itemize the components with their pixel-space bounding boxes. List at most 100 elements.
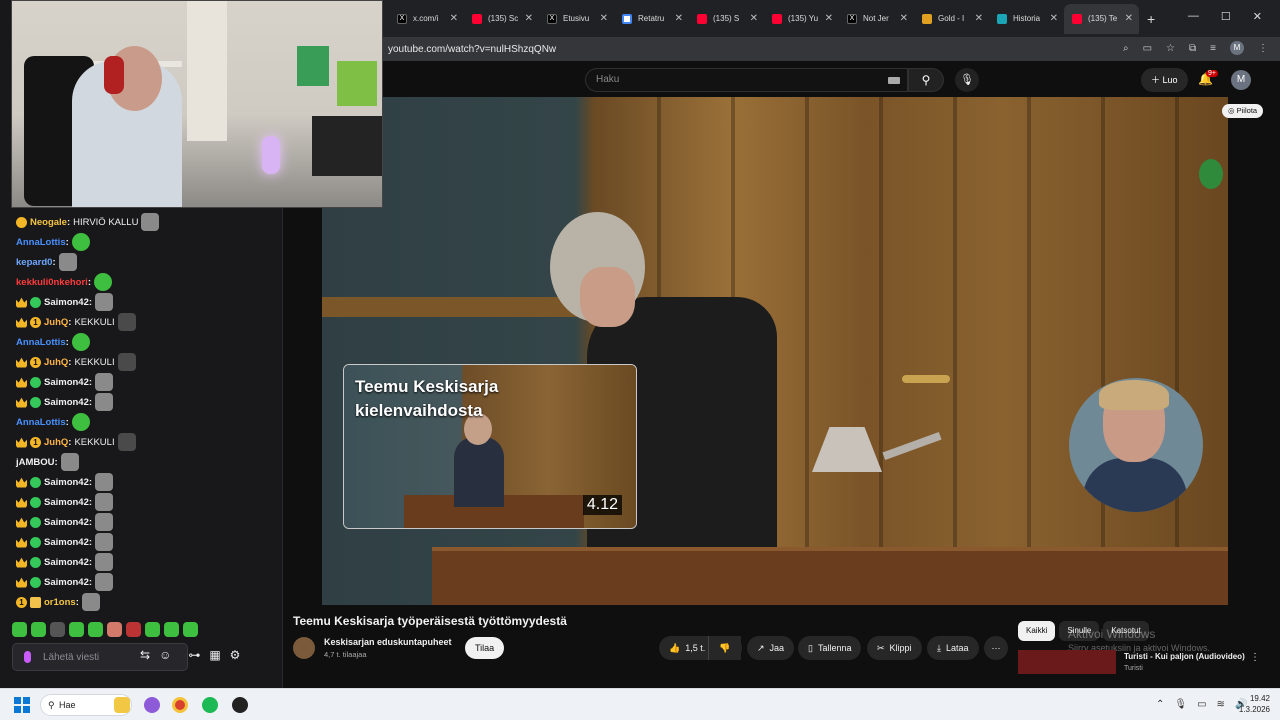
recommended-video-thumbnail[interactable] xyxy=(1018,650,1116,674)
emote-button[interactable] xyxy=(69,622,84,637)
chat-username[interactable]: Saimon42 xyxy=(44,577,89,588)
chat-username[interactable]: Saimon42 xyxy=(44,497,89,508)
translate-icon[interactable]: ⇆ xyxy=(140,648,150,662)
close-tab-icon[interactable]: ✕ xyxy=(1050,13,1058,24)
close-tab-icon[interactable]: ✕ xyxy=(600,13,608,24)
discord-icon[interactable] xyxy=(144,697,160,713)
share-button[interactable]: ↗ Jaa xyxy=(747,636,795,660)
channel-avatar[interactable] xyxy=(293,637,315,659)
emote-button[interactable] xyxy=(126,622,141,637)
chat-username[interactable]: AnnaLottis xyxy=(16,417,66,428)
filter-chip[interactable]: Kaikki xyxy=(1018,621,1056,641)
close-tab-icon[interactable]: ✕ xyxy=(975,13,983,24)
channel-endscreen-avatar[interactable] xyxy=(1069,378,1203,512)
chat-username[interactable]: Saimon42 xyxy=(44,397,89,408)
chat-username[interactable]: jAMBOU xyxy=(16,457,55,468)
spotify-icon[interactable] xyxy=(202,697,218,713)
channel-points-icon[interactable]: ⊶ xyxy=(188,648,200,662)
chat-username[interactable]: or1ons xyxy=(44,597,76,608)
cast-icon[interactable]: ▭ xyxy=(1143,43,1152,54)
more-vertical-icon[interactable]: ⋮ xyxy=(1250,652,1260,663)
emote-button[interactable] xyxy=(145,622,160,637)
recommended-video-title[interactable]: Turisti - Kui paljon (Audiovideo) xyxy=(1124,652,1245,661)
system-clock[interactable]: 19.42 1.3.2026 xyxy=(1236,693,1270,715)
close-tab-icon[interactable]: ✕ xyxy=(675,13,683,24)
media-controls-icon[interactable]: ≡ xyxy=(1210,43,1216,54)
chat-username[interactable]: JuhQ xyxy=(44,317,68,328)
zoom-icon[interactable]: ⌕ xyxy=(1123,43,1129,54)
close-window-icon[interactable]: ✕ xyxy=(1253,10,1262,23)
download-button[interactable]: ⤓ Lataa xyxy=(927,636,979,660)
search-button[interactable]: ⚲ xyxy=(908,68,944,92)
close-tab-icon[interactable]: ✕ xyxy=(750,13,758,24)
close-tab-icon[interactable]: ✕ xyxy=(900,13,908,24)
browser-tab[interactable]: Historia ✕ xyxy=(989,4,1064,34)
chevron-up-icon[interactable]: ⌃ xyxy=(1156,699,1164,710)
search-input[interactable]: Haku xyxy=(585,68,908,92)
store-icon[interactable]: ▦ xyxy=(209,648,220,662)
chat-username[interactable]: Saimon42 xyxy=(44,377,89,388)
close-tab-icon[interactable]: ✕ xyxy=(1125,13,1133,24)
extensions-icon[interactable]: ⧉ xyxy=(1189,43,1196,54)
emote-button[interactable] xyxy=(107,622,122,637)
voice-search-button[interactable]: 🎙 xyxy=(955,68,979,92)
battery-icon[interactable]: ▭ xyxy=(1197,699,1206,710)
chat-username[interactable]: Saimon42 xyxy=(44,297,89,308)
account-avatar[interactable]: M xyxy=(1231,70,1251,90)
browser-tab[interactable]: Retatru ✕ xyxy=(614,4,689,34)
chat-username[interactable]: JuhQ xyxy=(44,357,68,368)
file-explorer-icon[interactable] xyxy=(114,697,130,713)
profile-avatar[interactable]: M xyxy=(1230,41,1244,55)
browser-tab[interactable]: (135) Sc ✕ xyxy=(464,4,539,34)
minimize-icon[interactable]: — xyxy=(1188,10,1199,23)
chrome-icon[interactable] xyxy=(172,697,188,713)
browser-menu-icon[interactable]: ⋮ xyxy=(1258,43,1268,54)
hide-endcards-button[interactable]: ◎ Piilota xyxy=(1222,104,1264,118)
subscribe-button[interactable]: Tilaa xyxy=(465,637,505,659)
chat-username[interactable]: AnnaLottis xyxy=(16,237,66,248)
emote-button[interactable] xyxy=(88,622,103,637)
emote-button[interactable] xyxy=(31,622,46,637)
new-tab-icon[interactable]: + xyxy=(1147,11,1155,27)
browser-tab[interactable]: X Not Jer ✕ xyxy=(839,4,914,34)
browser-tab[interactable]: (135) S ✕ xyxy=(689,4,764,34)
chat-username[interactable]: Saimon42 xyxy=(44,537,89,548)
emote-button[interactable] xyxy=(183,622,198,637)
chat-username[interactable]: kepard0 xyxy=(16,257,52,268)
dislike-button[interactable]: 👎 xyxy=(708,636,742,660)
save-button[interactable]: ▯ Tallenna xyxy=(798,636,862,660)
keyboard-icon[interactable] xyxy=(888,77,900,84)
browser-tab[interactable]: (135) Yu ✕ xyxy=(764,4,839,34)
channel-name[interactable]: Keskisarjan eduskuntapuheet xyxy=(324,637,452,647)
chat-username[interactable]: AnnaLottis xyxy=(16,337,66,348)
chat-username[interactable]: JuhQ xyxy=(44,437,68,448)
clip-button[interactable]: ✂ Klippi xyxy=(867,636,922,660)
emoji-icon[interactable]: ☺ xyxy=(159,648,171,662)
address-bar[interactable]: youtube.com/watch?v=nulHShzqQNw ⌕ ▭ ☆ ⧉ … xyxy=(383,37,1280,61)
microphone-icon[interactable] xyxy=(24,651,31,663)
bookmark-star-icon[interactable]: ☆ xyxy=(1166,43,1175,54)
url-text[interactable]: youtube.com/watch?v=nulHShzqQNw xyxy=(388,44,556,55)
wifi-icon[interactable]: ≋ xyxy=(1217,699,1225,710)
browser-tab[interactable]: X Etusivu ✕ xyxy=(539,4,614,34)
emote-button[interactable] xyxy=(12,622,27,637)
browser-tab[interactable]: Gold - I ✕ xyxy=(914,4,989,34)
chat-username[interactable]: Saimon42 xyxy=(44,477,89,488)
microphone-icon[interactable]: 🎙 xyxy=(1174,699,1187,710)
emote-button[interactable] xyxy=(164,622,179,637)
endscreen-video-card[interactable]: Teemu Keskisarja kielenvaihdosta 4.12 xyxy=(343,364,637,529)
close-tab-icon[interactable]: ✕ xyxy=(825,13,833,24)
emote-button[interactable] xyxy=(50,622,65,637)
obs-icon[interactable] xyxy=(232,697,248,713)
create-button[interactable]: ＋ Luo xyxy=(1141,68,1188,92)
close-tab-icon[interactable]: ✕ xyxy=(525,13,533,24)
chat-username[interactable]: Saimon42 xyxy=(44,557,89,568)
more-actions-button[interactable]: ⋯ xyxy=(984,636,1008,660)
start-menu-icon[interactable] xyxy=(14,697,30,713)
browser-tab[interactable]: Xx.com/i ✕ xyxy=(389,4,464,34)
browser-tab[interactable]: (135) Te ✕ xyxy=(1064,3,1139,34)
chat-username[interactable]: Saimon42 xyxy=(44,517,89,528)
chat-username[interactable]: kekkuli0nkehori xyxy=(16,277,88,288)
settings-gear-icon[interactable]: ⚙ xyxy=(230,648,241,662)
maximize-icon[interactable]: ☐ xyxy=(1221,10,1231,23)
